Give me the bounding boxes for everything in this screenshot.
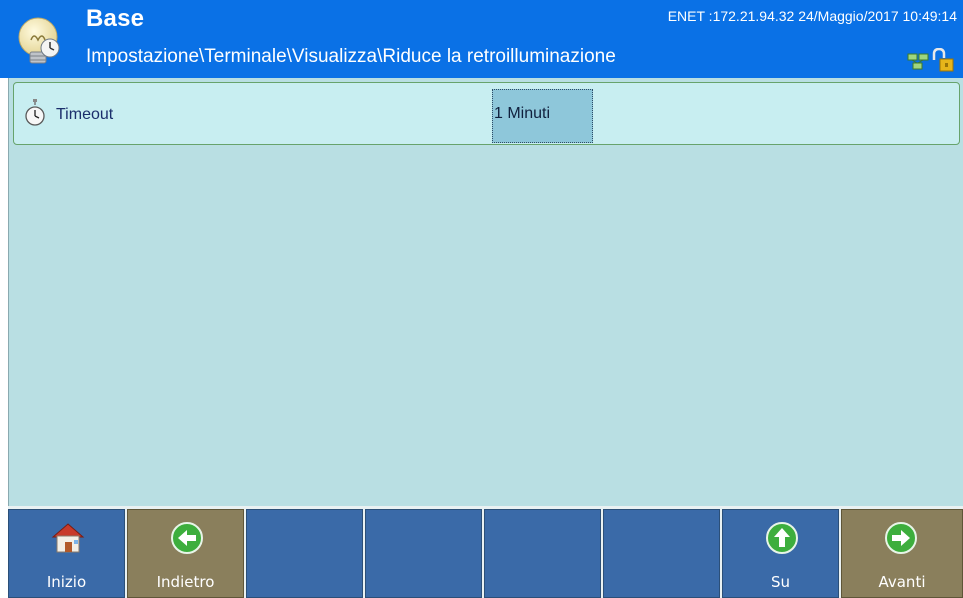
arrow-up-icon	[766, 522, 798, 554]
breadcrumb: Impostazione\Terminale\Visualizza\Riduce…	[86, 46, 616, 67]
softkey-empty-5[interactable]	[484, 509, 601, 598]
softkey-bar: Inizio Indietro Su Avanti	[8, 506, 963, 598]
lightbulb-icon	[18, 17, 60, 64]
softkey-empty-6[interactable]	[603, 509, 720, 598]
timeout-label: Timeout	[56, 106, 114, 123]
timeout-setting-row[interactable]: Timeout 1 Minuti	[13, 82, 960, 145]
back-label: Indietro	[156, 573, 215, 591]
stopwatch-icon	[25, 99, 45, 126]
arrow-right-icon	[885, 522, 917, 554]
softkey-empty-3[interactable]	[246, 509, 363, 598]
home-label: Inizio	[46, 573, 87, 591]
status-line: ENET :172.21.94.32 24/Maggio/2017 10:49:…	[667, 8, 957, 24]
header-bar: Base Impostazione\Terminale\Visualizza\R…	[0, 0, 963, 78]
up-label: Su	[770, 573, 791, 591]
network-lock-icons	[907, 48, 954, 72]
home-button[interactable]: Inizio	[8, 509, 125, 598]
arrow-left-icon	[171, 522, 203, 554]
next-button[interactable]: Avanti	[841, 509, 963, 598]
network-icon	[907, 53, 929, 70]
softkey-empty-4[interactable]	[365, 509, 482, 598]
page-title: Base	[86, 5, 145, 32]
next-label: Avanti	[878, 573, 926, 591]
settings-panel: Timeout 1 Minuti	[8, 78, 963, 506]
terminal-screen: Base Impostazione\Terminale\Visualizza\R…	[0, 0, 963, 598]
lock-icon	[932, 48, 954, 72]
home-icon	[51, 523, 85, 553]
up-button[interactable]: Su	[722, 509, 839, 598]
back-button[interactable]: Indietro	[127, 509, 244, 598]
timeout-value-field[interactable]: 1 Minuti	[492, 89, 593, 143]
